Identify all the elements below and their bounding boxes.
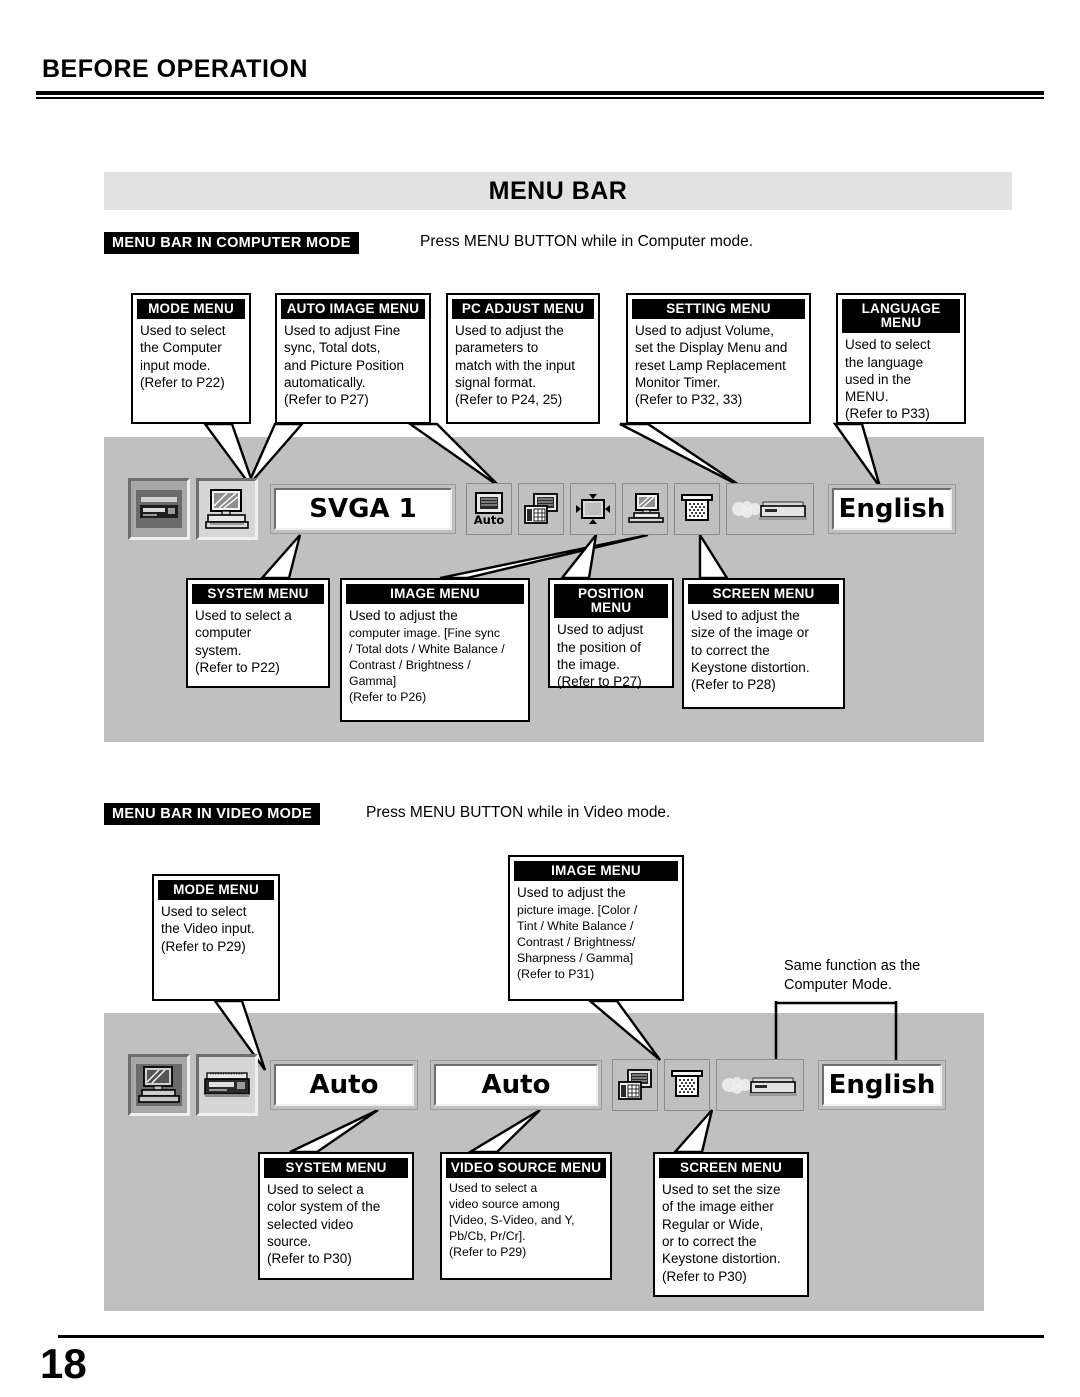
callout-body: Used to select the Video input. (Refer t… — [161, 904, 255, 954]
callout-mode-menu-computer: MODE MENU Used to select the Computer in… — [131, 293, 251, 424]
callout-body: computer image. [Fine sync / Total dots … — [349, 626, 505, 705]
setting-icon[interactable] — [716, 1059, 804, 1111]
callout-image-menu-video: IMAGE MENU Used to adjust the picture im… — [508, 855, 684, 1001]
callout-body: Used to select a color system of the sel… — [267, 1182, 381, 1267]
monitor-on-stand-glyph — [628, 493, 664, 523]
callout-title: IMAGE MENU — [514, 861, 678, 882]
callout-body-first-line: Used to adjust the — [517, 885, 626, 901]
video-source-field[interactable]: Auto — [434, 1064, 598, 1106]
video-input-icon[interactable] — [128, 478, 190, 540]
callout-title: POSITION MENU — [554, 584, 668, 619]
callout-video-source-menu: VIDEO SOURCE MENU Used to select a video… — [440, 1152, 612, 1280]
system-field[interactable]: SVGA 1 — [274, 488, 452, 530]
callout-body: Used to select the language used in the … — [845, 337, 931, 422]
callout-position-menu: POSITION MENU Used to adjust the positio… — [548, 578, 674, 689]
footer-divider — [58, 1335, 1044, 1338]
callout-language-menu: LANGUAGE MENU Used to select the languag… — [836, 293, 966, 424]
image-icon[interactable] — [622, 483, 668, 535]
setting-icon[interactable] — [726, 483, 814, 535]
pc-adjust-panels-glyph — [618, 1069, 652, 1100]
language-field-wrapper[interactable]: English — [828, 484, 956, 534]
header-divider-thick — [36, 91, 1044, 95]
system-field[interactable]: Auto — [274, 1064, 414, 1106]
computer-mode-tag: MENU BAR IN COMPUTER MODE — [104, 232, 359, 254]
section-banner-label: MENU BAR — [488, 176, 628, 205]
callout-title: MODE MENU — [158, 880, 274, 901]
language-field-wrapper[interactable]: English — [818, 1060, 946, 1110]
desktop-computer-glyph — [136, 1064, 182, 1106]
section-banner: MENU BAR — [104, 172, 1012, 210]
language-field[interactable]: English — [832, 488, 952, 530]
callout-title: PC ADJUST MENU — [452, 299, 594, 320]
callout-body: Used to adjust Volume, set the Display M… — [635, 323, 788, 408]
computer-input-icon[interactable] — [128, 1054, 190, 1116]
image-icon[interactable] — [612, 1059, 658, 1111]
callout-auto-image-menu: AUTO IMAGE MENU Used to adjust Fine sync… — [275, 293, 431, 424]
computer-mode-menubar[interactable]: SVGA 1 Auto English — [128, 478, 956, 540]
callout-body: picture image. [Color / Tint / White Bal… — [517, 903, 638, 982]
position-icon[interactable] — [570, 483, 616, 535]
callout-title: LANGUAGE MENU — [842, 299, 960, 334]
pc-adjust-icon[interactable] — [518, 483, 564, 535]
callout-pc-adjust-menu: PC ADJUST MENU Used to adjust the parame… — [446, 293, 600, 424]
computer-input-icon[interactable] — [196, 478, 258, 540]
auto-image-label: Auto — [473, 512, 505, 527]
manual-page: BEFORE OPERATION MENU BAR MENU BAR IN CO… — [0, 0, 1080, 1397]
video-source-field-wrapper[interactable]: Auto — [430, 1060, 602, 1110]
callout-body-first-line: Used to adjust the — [349, 608, 458, 624]
projection-screen-glyph — [681, 494, 713, 521]
pc-adjust-panels-glyph — [524, 493, 558, 524]
video-mode-note: Press MENU BUTTON while in Video mode. — [366, 804, 671, 821]
callout-screen-menu-computer: SCREEN MENU Used to adjust the size of t… — [682, 578, 845, 709]
callout-mode-menu-video: MODE MENU Used to select the Video input… — [152, 874, 280, 1001]
auto-image-screen-glyph — [475, 491, 503, 514]
video-mode-menubar[interactable]: Auto Auto English — [128, 1054, 946, 1116]
vcr-glyph — [204, 1072, 250, 1097]
language-field[interactable]: English — [822, 1064, 942, 1106]
callout-body: Used to select a video source among [Vid… — [449, 1181, 575, 1260]
projection-screen-glyph — [671, 1070, 703, 1097]
video-mode-tag: MENU BAR IN VIDEO MODE — [104, 803, 320, 825]
callout-screen-menu-video: SCREEN MENU Used to set the size of the … — [653, 1152, 809, 1297]
screen-icon[interactable] — [664, 1059, 710, 1111]
computer-mode-note: Press MENU BUTTON while in Computer mode… — [420, 233, 754, 250]
video-input-icon[interactable] — [196, 1054, 258, 1116]
callout-body: Used to adjust Fine sync, Total dots, an… — [284, 323, 405, 408]
callout-title: IMAGE MENU — [346, 584, 524, 605]
system-field-wrapper[interactable]: SVGA 1 — [270, 484, 456, 534]
callout-title: SCREEN MENU — [659, 1158, 803, 1179]
callout-title: MODE MENU — [137, 299, 245, 320]
page-number: 18 — [40, 1340, 87, 1387]
callout-body: Used to select a computer system. (Refer… — [195, 608, 292, 675]
page-title: BEFORE OPERATION — [42, 55, 308, 83]
callout-title: SYSTEM MENU — [264, 1158, 408, 1179]
same-function-note: Same function as the Computer Mode. — [784, 958, 921, 993]
callout-system-menu-video: SYSTEM MENU Used to select a color syste… — [258, 1152, 414, 1280]
projector-beam-glyph — [722, 1077, 797, 1096]
callout-title: SETTING MENU — [632, 299, 805, 320]
callout-body: Used to adjust the position of the image… — [557, 622, 644, 690]
callout-body: Used to adjust the size of the image or … — [691, 608, 810, 693]
callout-setting-menu: SETTING MENU Used to adjust Volume, set … — [626, 293, 811, 424]
callout-body: Used to adjust the parameters to match w… — [455, 323, 576, 408]
callout-title: SCREEN MENU — [688, 584, 839, 605]
callout-image-menu-computer: IMAGE MENU Used to adjust the computer i… — [340, 578, 530, 722]
desktop-computer-glyph — [205, 489, 249, 529]
header-divider-thin — [36, 97, 1044, 99]
screen-icon[interactable] — [674, 483, 720, 535]
system-field-wrapper[interactable]: Auto — [270, 1060, 418, 1110]
callout-title: SYSTEM MENU — [192, 584, 324, 605]
callout-title: VIDEO SOURCE MENU — [446, 1158, 606, 1179]
callout-title: AUTO IMAGE MENU — [281, 299, 425, 320]
callout-body: Used to select the Computer input mode. … — [140, 323, 226, 390]
projector-beam-glyph — [732, 501, 807, 520]
callout-system-menu-computer: SYSTEM MENU Used to select a computer sy… — [186, 578, 330, 688]
callout-body: Used to set the size of the image either… — [662, 1182, 781, 1284]
position-arrows-glyph — [576, 494, 610, 524]
vcr-glyph — [136, 490, 182, 528]
auto-image-icon[interactable]: Auto — [466, 483, 512, 535]
